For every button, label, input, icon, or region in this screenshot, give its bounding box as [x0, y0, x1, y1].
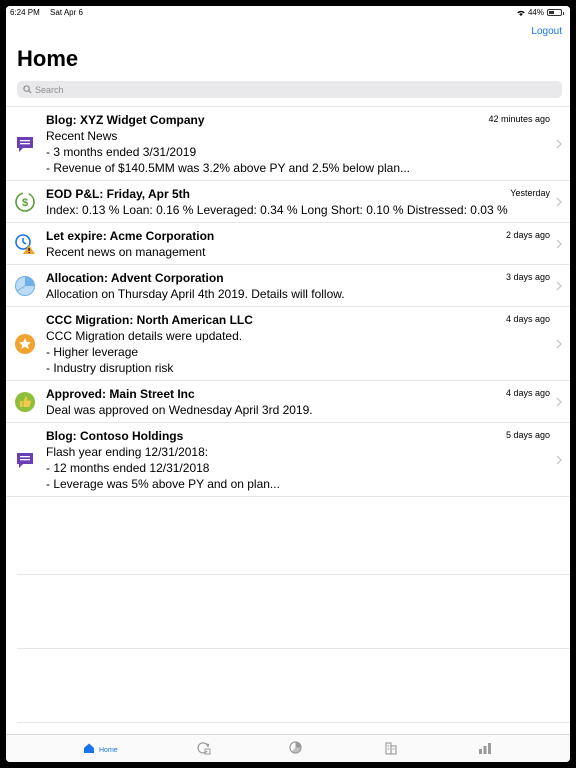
activity-list: Blog: XYZ Widget Company Recent News - 3 m…	[6, 106, 570, 497]
clock-warning-icon	[14, 233, 36, 255]
list-item-line: Recent News	[46, 129, 118, 143]
list-item-content: EOD P&L: Friday, Apr 5th Index: 0.13 % Lo…	[46, 186, 548, 218]
list-item-line: - Revenue of $140.5MM was 3.2% above PY …	[46, 161, 411, 175]
list-item[interactable]: $ EOD P&L: Friday, Apr 5th Index: 0.13 % L…	[6, 181, 570, 223]
tab-pie-chart-tab[interactable]	[289, 741, 302, 759]
battery-percent: 44%	[527, 8, 544, 17]
search-icon	[23, 85, 32, 94]
list-item[interactable]: CCC Migration: North American LLC CCC Mig…	[6, 307, 570, 381]
chevron-right-icon	[556, 281, 562, 294]
empty-row-divider	[17, 722, 570, 723]
pie-chart-tab-icon	[289, 741, 302, 759]
chevron-right-icon	[556, 339, 562, 352]
list-item-content: Blog: Contoso Holdings Flash year ending …	[46, 428, 548, 492]
list-item-content: Let expire: Acme Corporation Recent news …	[46, 228, 548, 260]
dollar-refresh-icon: $	[14, 191, 36, 213]
list-item-line: - Higher leverage	[46, 345, 139, 359]
tab-label: Home	[99, 746, 118, 754]
list-item-content: CCC Migration: North American LLC CCC Mig…	[46, 312, 548, 376]
chevron-right-icon	[556, 139, 562, 152]
list-item-title: Let expire: Acme Corporation	[46, 229, 215, 243]
pie-chart-icon	[14, 275, 36, 297]
tab-buildings[interactable]	[384, 741, 398, 760]
tab-refresh-doc[interactable]	[197, 741, 211, 760]
search-bar[interactable]	[17, 81, 562, 98]
list-item-title: Approved: Main Street Inc	[46, 387, 195, 401]
search-input[interactable]	[32, 84, 535, 95]
list-item-title: Blog: Contoso Holdings	[46, 429, 184, 443]
home-icon	[83, 741, 95, 759]
list-item-content: Blog: XYZ Widget Company Recent News - 3 m…	[46, 112, 548, 176]
wifi-icon	[517, 10, 525, 16]
status-time: 6:24 PM	[10, 8, 40, 17]
list-item-timestamp: 4 days ago	[505, 314, 550, 324]
empty-row-divider	[17, 574, 570, 575]
list-item-line: Index: 0.13 % Loan: 0.16 % Leveraged: 0.…	[46, 203, 508, 217]
list-item-line: Allocation on Thursday April 4th 2019. D…	[46, 287, 345, 301]
list-item-line: CCC Migration details were updated.	[46, 329, 243, 343]
list-item-content: Approved: Main Street Inc Deal was approv…	[46, 386, 548, 418]
list-item-content: Allocation: Advent Corporation Allocation…	[46, 270, 548, 302]
chat-bubble-icon	[14, 133, 36, 155]
list-item[interactable]: Allocation: Advent Corporation Allocation…	[6, 265, 570, 307]
list-item[interactable]: Let expire: Acme Corporation Recent news …	[6, 223, 570, 265]
tab-bar: Home	[6, 734, 570, 762]
list-item-timestamp: 2 days ago	[505, 230, 550, 240]
page-title: Home	[17, 46, 79, 71]
list-item-timestamp: 4 days ago	[505, 388, 550, 398]
chevron-right-icon	[556, 239, 562, 252]
list-item[interactable]: Blog: Contoso Holdings Flash year ending …	[6, 423, 570, 497]
thumbs-up-icon	[14, 391, 36, 413]
list-item-line: Recent news on management	[46, 245, 206, 259]
list-item-line: - Leverage was 5% above PY and on plan..…	[46, 477, 280, 491]
list-item-title: Blog: XYZ Widget Company	[46, 113, 205, 127]
list-item-timestamp: 42 minutes ago	[488, 114, 550, 124]
app-screen: 6:24 PM Sat Apr 6 44% Logout Home Blog: …	[6, 6, 570, 762]
svg-text:$: $	[22, 197, 28, 209]
battery-icon	[547, 9, 564, 16]
refresh-doc-icon	[197, 741, 211, 760]
list-item-title: EOD P&L: Friday, Apr 5th	[46, 187, 191, 201]
logout-button[interactable]: Logout	[531, 26, 562, 37]
list-item-timestamp: 5 days ago	[505, 430, 550, 440]
list-item[interactable]: Approved: Main Street Inc Deal was approv…	[6, 381, 570, 423]
list-item[interactable]: Blog: XYZ Widget Company Recent News - 3 m…	[6, 107, 570, 181]
status-bar: 6:24 PM Sat Apr 6 44%	[6, 6, 570, 22]
bar-chart-icon	[478, 741, 492, 760]
chevron-right-icon	[556, 197, 562, 210]
status-date: Sat Apr 6	[50, 8, 83, 17]
list-item-line: Flash year ending 12/31/2018:	[46, 445, 209, 459]
buildings-icon	[384, 741, 398, 760]
list-item-timestamp: 3 days ago	[505, 272, 550, 282]
chat-bubble-icon	[14, 449, 36, 471]
list-item-line: - 3 months ended 3/31/2019	[46, 145, 197, 159]
tab-home[interactable]: Home	[83, 741, 118, 759]
list-item-line: - 12 months ended 12/31/2018	[46, 461, 210, 475]
list-item-line: - Industry disruption risk	[46, 361, 174, 375]
list-item-line: Deal was approved on Wednesday April 3rd…	[46, 403, 313, 417]
list-item-title: CCC Migration: North American LLC	[46, 313, 253, 327]
chevron-right-icon	[556, 455, 562, 468]
empty-row-divider	[17, 648, 570, 649]
chevron-right-icon	[556, 397, 562, 410]
migration-badge-icon	[14, 333, 36, 355]
tab-bar-chart[interactable]	[478, 741, 492, 760]
list-item-timestamp: Yesterday	[510, 188, 550, 198]
list-item-title: Allocation: Advent Corporation	[46, 271, 224, 285]
